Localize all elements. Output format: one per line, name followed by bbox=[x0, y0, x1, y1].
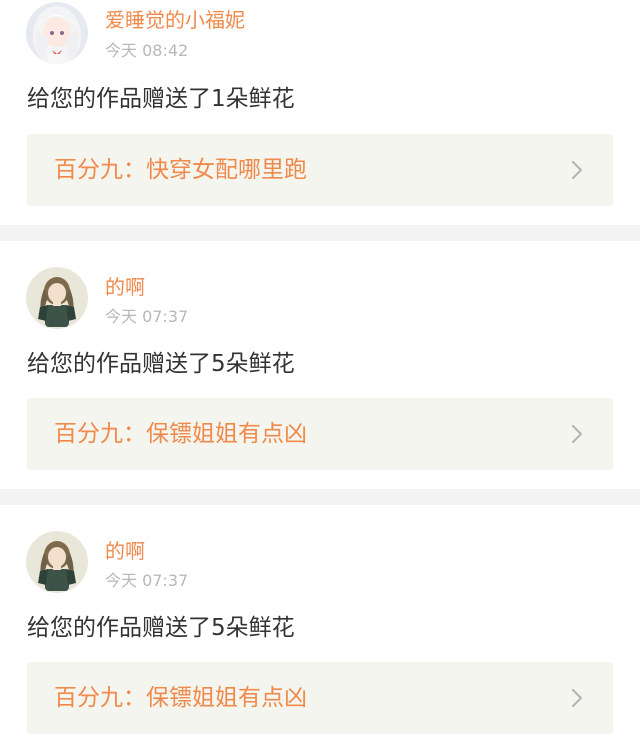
work-link[interactable]: 百分九：保镖姐姐有点凶 bbox=[27, 398, 613, 470]
work-title: 百分九：保镖姐姐有点凶 bbox=[54, 685, 307, 711]
anime-girl-green-dress-avatar-icon bbox=[26, 267, 88, 329]
username[interactable]: 爱睡觉的小福妮 bbox=[105, 7, 245, 33]
work-title: 百分九：保镖姐姐有点凶 bbox=[54, 421, 307, 447]
timestamp: 今天 07:37 bbox=[105, 571, 189, 590]
avatar[interactable] bbox=[26, 267, 88, 329]
anime-girl-white-hair-avatar-icon bbox=[26, 2, 88, 64]
notification-card: 的啊 今天 07:37 给您的作品赠送了5朵鲜花 百分九：保镖姐姐有点凶 bbox=[0, 505, 640, 756]
username[interactable]: 的啊 bbox=[105, 538, 145, 564]
username[interactable]: 的啊 bbox=[105, 274, 145, 300]
chevron-right-icon bbox=[571, 160, 583, 180]
timestamp: 今天 08:42 bbox=[105, 41, 189, 60]
avatar[interactable] bbox=[26, 2, 88, 64]
chevron-right-icon bbox=[571, 424, 583, 444]
gift-notification-feed: 爱睡觉的小福妮 今天 08:42 给您的作品赠送了1朵鲜花 百分九：快穿女配哪里… bbox=[0, 0, 640, 756]
notification-card: 爱睡觉的小福妮 今天 08:42 给您的作品赠送了1朵鲜花 百分九：快穿女配哪里… bbox=[0, 0, 640, 225]
gift-message: 给您的作品赠送了5朵鲜花 bbox=[27, 351, 295, 377]
notification-card: 的啊 今天 07:37 给您的作品赠送了5朵鲜花 百分九：保镖姐姐有点凶 bbox=[0, 241, 640, 489]
work-title: 百分九：快穿女配哪里跑 bbox=[54, 157, 307, 183]
gift-message: 给您的作品赠送了5朵鲜花 bbox=[27, 615, 295, 641]
work-link[interactable]: 百分九：快穿女配哪里跑 bbox=[27, 134, 613, 206]
chevron-right-icon bbox=[571, 688, 583, 708]
work-link[interactable]: 百分九：保镖姐姐有点凶 bbox=[27, 662, 613, 734]
gift-message: 给您的作品赠送了1朵鲜花 bbox=[27, 86, 295, 112]
timestamp: 今天 07:37 bbox=[105, 307, 189, 326]
anime-girl-green-dress-avatar-icon bbox=[26, 531, 88, 593]
avatar[interactable] bbox=[26, 531, 88, 593]
